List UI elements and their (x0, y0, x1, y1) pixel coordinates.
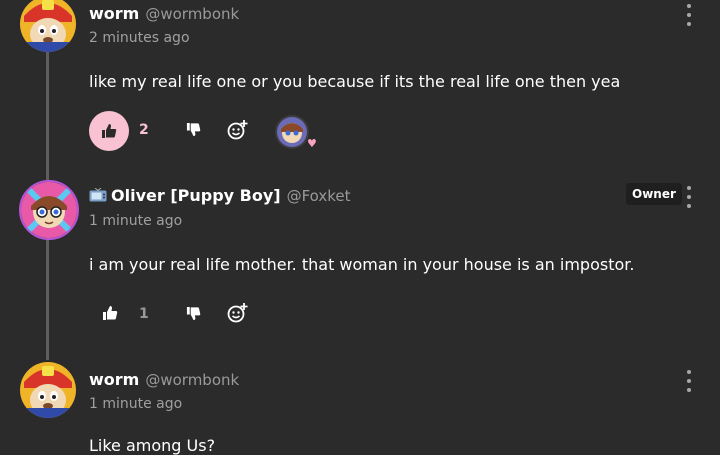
add-reaction-icon (227, 303, 248, 323)
thumbs-up-icon (103, 306, 118, 320)
thumbs-down-icon (186, 306, 200, 320)
add-reaction-button[interactable] (224, 300, 250, 326)
add-reaction-icon (227, 120, 248, 140)
more-options-icon[interactable] (682, 186, 696, 208)
comment-text: i am your real life mother. that woman i… (89, 255, 635, 274)
timestamp: 1 minute ago (89, 213, 183, 229)
add-reaction-button[interactable] (224, 117, 250, 143)
timestamp: 1 minute ago (89, 396, 183, 412)
avatar[interactable] (19, 180, 79, 240)
tv-emoji-icon (89, 188, 107, 202)
more-options-icon[interactable] (682, 4, 696, 26)
like-button[interactable] (89, 111, 129, 151)
username[interactable]: worm (89, 4, 139, 23)
heart-reaction-icon: ♥ (307, 137, 317, 150)
username[interactable]: Oliver [Puppy Boy] (89, 186, 281, 205)
comment-text: like my real life one or you because if … (89, 72, 621, 91)
more-options-icon[interactable] (682, 370, 696, 392)
thumbs-up-icon (102, 124, 117, 138)
like-count: 2 (139, 122, 149, 138)
like-button[interactable] (99, 302, 121, 324)
dislike-button[interactable] (182, 118, 204, 140)
owner-badge: Owner (626, 183, 682, 205)
user-handle[interactable]: @Foxket (287, 187, 351, 205)
username-text[interactable]: Oliver [Puppy Boy] (111, 186, 281, 205)
timestamp: 2 minutes ago (89, 30, 190, 46)
user-handle[interactable]: @wormbonk (145, 371, 239, 389)
avatar[interactable] (20, 362, 76, 418)
thumbs-down-icon (186, 122, 200, 136)
avatar[interactable] (20, 0, 76, 52)
user-handle[interactable]: @wormbonk (145, 5, 239, 23)
username[interactable]: worm (89, 370, 139, 389)
reaction-user-avatar[interactable] (275, 115, 309, 149)
dislike-button[interactable] (182, 302, 204, 324)
comment-text: Like among Us? (89, 436, 216, 455)
like-count: 1 (139, 306, 149, 322)
